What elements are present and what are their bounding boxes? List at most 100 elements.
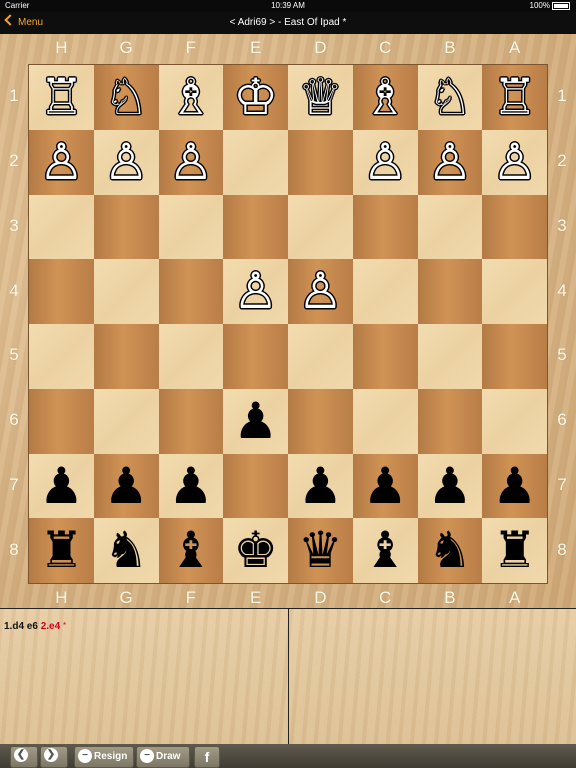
resign-label: Resign	[94, 751, 128, 762]
board-square-g5[interactable]	[93, 324, 159, 389]
board-square-b4[interactable]	[417, 259, 483, 324]
board-square-c4[interactable]	[352, 259, 418, 324]
rank-label-left-5: 5	[9, 345, 19, 365]
board-square-h3[interactable]	[29, 194, 94, 260]
minus-circle-icon: −	[140, 749, 154, 763]
rank-label-right-6: 6	[557, 410, 567, 430]
board-square-d3[interactable]	[288, 194, 353, 260]
black-king-icon[interactable]: ♚	[223, 518, 288, 583]
status-bar: Carrier 10:39 AM 100%	[0, 0, 576, 12]
board-square-f6[interactable]	[158, 388, 224, 454]
menu-back-button[interactable]: Menu	[4, 12, 44, 34]
white-knight-icon[interactable]: ♘	[94, 65, 159, 130]
board-square-b3[interactable]	[417, 194, 483, 260]
black-knight-icon[interactable]: ♞	[418, 518, 483, 583]
white-pawn-icon[interactable]: ♙	[159, 130, 224, 195]
file-label-bottom-e: E	[249, 588, 262, 607]
board-square-c5[interactable]	[352, 324, 418, 389]
resign-button[interactable]: − Resign	[74, 746, 134, 768]
black-rook-icon[interactable]: ♜	[482, 518, 547, 583]
white-pawn-icon[interactable]: ♙	[288, 259, 353, 324]
rank-label-right-1: 1	[557, 86, 567, 106]
white-pawn-icon[interactable]: ♙	[94, 130, 159, 195]
clock: 10:39 AM	[271, 1, 305, 10]
menu-back-label: Menu	[18, 17, 44, 28]
file-label-bottom-a: A	[508, 588, 521, 607]
rank-label-left-7: 7	[9, 474, 19, 494]
board-square-g6[interactable]	[93, 388, 159, 454]
black-rook-icon[interactable]: ♜	[29, 518, 94, 583]
board-square-f4[interactable]	[158, 259, 224, 324]
file-label-top-d: D	[314, 38, 327, 57]
board-square-e3[interactable]	[223, 194, 288, 260]
black-pawn-icon[interactable]: ♟	[353, 454, 418, 519]
black-pawn-icon[interactable]: ♟	[418, 454, 483, 519]
file-label-top-e: E	[249, 38, 262, 57]
white-rook-icon[interactable]: ♖	[482, 65, 547, 130]
white-pawn-icon[interactable]: ♙	[418, 130, 483, 195]
black-bishop-icon[interactable]: ♝	[159, 518, 224, 583]
black-pawn-icon[interactable]: ♟	[29, 454, 94, 519]
white-bishop-icon[interactable]: ♗	[159, 65, 224, 130]
black-bishop-icon[interactable]: ♝	[353, 518, 418, 583]
board-square-b6[interactable]	[417, 388, 483, 454]
board-square-g4[interactable]	[93, 259, 159, 324]
move-list: 1.d4 e6 2.e4 *	[4, 621, 66, 632]
facebook-share-button[interactable]: f	[194, 746, 220, 768]
board-square-d6[interactable]	[288, 388, 353, 454]
board-square-h4[interactable]	[29, 259, 94, 324]
board-square-c3[interactable]	[352, 194, 418, 260]
file-label-top-g: G	[119, 38, 133, 57]
board-square-e5[interactable]	[223, 324, 288, 389]
board-square-g3[interactable]	[93, 194, 159, 260]
white-king-icon[interactable]: ♔	[223, 65, 288, 130]
white-pawn-icon[interactable]: ♙	[223, 259, 288, 324]
board-square-f3[interactable]	[158, 194, 224, 260]
chess-board[interactable]: ♖ ♘ ♗ ♔ ♕ ♗ ♘ ♖ ♙ ♙ ♙ ♙ ♙ ♙ ♙ ♙ ♟ ♟ ♟ ♟ ♟ ♟ ♟ ♟ ♜ ♞ ♝ ♚ ♛ ♝ ♞ ♜	[29, 65, 547, 583]
black-knight-icon[interactable]: ♞	[94, 518, 159, 583]
white-pawn-icon[interactable]: ♙	[29, 130, 94, 195]
file-label-bottom-c: C	[378, 588, 392, 607]
board-square-a5[interactable]	[482, 324, 547, 389]
rank-label-left-1: 1	[9, 86, 19, 106]
board-square-f5[interactable]	[158, 324, 224, 389]
white-pawn-icon[interactable]: ♙	[482, 130, 547, 195]
board-square-h5[interactable]	[29, 324, 94, 389]
file-label-bottom-f: F	[185, 588, 197, 607]
board-square-h6[interactable]	[29, 388, 94, 454]
file-label-bottom-d: D	[314, 588, 327, 607]
draw-button[interactable]: − Draw	[136, 746, 190, 768]
black-pawn-icon[interactable]: ♟	[288, 454, 353, 519]
previous-move-button[interactable]: ❮	[10, 746, 38, 768]
black-pawn-icon[interactable]: ♟	[223, 389, 288, 454]
rank-label-right-4: 4	[557, 280, 567, 300]
white-queen-icon[interactable]: ♕	[288, 65, 353, 130]
black-pawn-icon[interactable]: ♟	[94, 454, 159, 519]
white-pawn-icon[interactable]: ♙	[353, 130, 418, 195]
board-square-b5[interactable]	[417, 324, 483, 389]
back-arrow-icon: ❮	[14, 748, 28, 763]
board-square-a6[interactable]	[482, 388, 547, 454]
move-history: 1.d4 e6	[4, 621, 38, 632]
next-move-button[interactable]: ❯	[40, 746, 68, 768]
board-square-c6[interactable]	[352, 388, 418, 454]
board-square-a3[interactable]	[482, 194, 547, 260]
board-square-e2[interactable]	[223, 129, 288, 195]
rank-label-left-6: 6	[9, 410, 19, 430]
board-square-e7[interactable]	[223, 453, 288, 519]
info-panels: 1.d4 e6 2.e4 *	[0, 608, 576, 745]
battery-indicator: 100%	[530, 0, 570, 12]
board-square-d5[interactable]	[288, 324, 353, 389]
white-bishop-icon[interactable]: ♗	[353, 65, 418, 130]
white-rook-icon[interactable]: ♖	[29, 65, 94, 130]
board-square-a4[interactable]	[482, 259, 547, 324]
black-pawn-icon[interactable]: ♟	[482, 454, 547, 519]
white-knight-icon[interactable]: ♘	[418, 65, 483, 130]
black-pawn-icon[interactable]: ♟	[159, 454, 224, 519]
board-square-d2[interactable]	[288, 129, 353, 195]
black-queen-icon[interactable]: ♛	[288, 518, 353, 583]
bottom-toolbar: ❮ ❯ − Resign − Draw f	[0, 744, 576, 768]
rank-label-right-8: 8	[557, 539, 567, 559]
rank-label-right-7: 7	[557, 474, 567, 494]
nav-bar: < Adri69 > - East Of Ipad * Menu	[0, 12, 576, 34]
